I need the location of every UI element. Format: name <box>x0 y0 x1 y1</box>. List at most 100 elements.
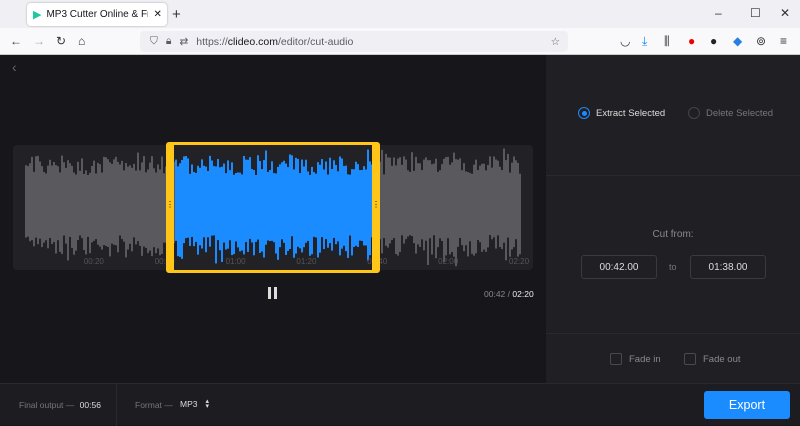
waveform-bar <box>77 161 79 241</box>
close-window-icon[interactable]: ✕ <box>780 6 790 20</box>
minimize-icon[interactable]: – <box>715 6 722 20</box>
waveform-bar <box>415 156 417 254</box>
waveform-bar <box>59 172 61 252</box>
waveform-bar <box>29 163 31 242</box>
waveform-bar <box>67 160 69 261</box>
opera-extension-icon[interactable]: ● <box>688 34 695 48</box>
waveform-bar <box>129 165 131 244</box>
address-bar[interactable]: ⛉ 🔒︎ ⇄ https://clideo.com/editor/cut-aud… <box>140 31 568 52</box>
shield-icon[interactable]: ⛉ <box>150 35 158 48</box>
extension-k-icon[interactable]: ● <box>710 34 717 48</box>
waveform-bar <box>163 173 165 243</box>
waveform-bar <box>443 158 445 262</box>
waveform-bar <box>137 152 139 242</box>
waveform-bar <box>113 159 115 245</box>
waveform-bar <box>463 163 465 252</box>
radio-unchecked-icon <box>688 107 700 119</box>
selection-range[interactable] <box>166 142 380 273</box>
waveform-bar <box>111 163 113 244</box>
waveform-bar <box>81 158 83 239</box>
back-arrow-icon[interactable]: ‹ <box>12 59 17 75</box>
menu-icon[interactable]: ≡ <box>780 34 787 48</box>
permissions-icon[interactable]: ⇄ <box>179 36 188 48</box>
waveform-bar <box>409 171 411 236</box>
fade-in-checkbox[interactable]: Fade in <box>610 353 661 365</box>
download-icon[interactable]: ⤓ <box>642 34 647 49</box>
waveform-bar <box>515 160 517 240</box>
pause-button[interactable] <box>268 287 277 299</box>
final-output-value: 00:56 <box>79 400 101 410</box>
waveform-bar <box>395 165 397 255</box>
waveform-bar <box>499 166 501 248</box>
waveform-bar <box>117 161 119 253</box>
radio-extract-selected[interactable]: Extract Selected <box>578 107 665 119</box>
waveform-bar <box>71 165 73 248</box>
waveform-bar <box>399 157 401 252</box>
waveform-bar <box>513 156 515 248</box>
waveform-bar <box>135 170 137 245</box>
bookmark-star-icon[interactable]: ☆ <box>551 36 560 48</box>
url-text[interactable]: https://clideo.com/editor/cut-audio <box>196 36 353 48</box>
waveform-bar <box>75 174 77 251</box>
waveform-bar <box>49 159 51 238</box>
waveform-bar <box>41 166 43 248</box>
timeline-tick: 00:20 <box>83 257 104 266</box>
waveform-bar <box>89 172 91 254</box>
waveform-bar <box>467 172 469 257</box>
waveform-bar <box>517 162 519 257</box>
cut-from-label: Cut from: <box>652 229 694 240</box>
extension-link-icon[interactable]: ⊚ <box>756 34 766 48</box>
extension-diamond-icon[interactable]: ◆ <box>733 34 742 48</box>
format-select[interactable]: MP3 ▴ ▾ <box>180 398 209 410</box>
waveform-bar <box>495 159 497 249</box>
library-icon[interactable]: ⫼ <box>664 34 670 49</box>
back-icon[interactable]: ← <box>10 34 22 48</box>
new-tab-icon[interactable]: + <box>172 6 181 23</box>
waveform-bar <box>427 160 429 265</box>
waveform-bar <box>453 152 455 257</box>
waveform-bar <box>55 165 57 254</box>
end-time-input[interactable]: 01:38.00 <box>690 255 766 279</box>
waveform-bar <box>39 161 41 239</box>
nav-bar: ← → ↻ ⌂ ⛉ 🔒︎ ⇄ https://clideo.com/editor… <box>0 28 800 55</box>
waveform-bar <box>511 162 513 250</box>
waveform-bar <box>433 163 435 236</box>
waveform-bar <box>497 160 499 236</box>
waveform-bar <box>63 162 65 236</box>
maximize-icon[interactable]: ☐ <box>750 6 761 20</box>
waveform-bar <box>493 156 495 238</box>
waveform-bar <box>91 165 93 243</box>
pocket-icon[interactable]: ◡ <box>620 34 630 48</box>
waveform-bar <box>79 170 81 236</box>
waveform-bar <box>459 158 461 238</box>
right-handle[interactable]: ⋮ <box>372 200 380 212</box>
waveform-bar <box>451 162 453 253</box>
waveform-bar <box>93 160 95 241</box>
waveform-bar <box>139 170 141 246</box>
start-time-input[interactable]: 00:42.00 <box>581 255 657 279</box>
forward-icon[interactable]: → <box>33 34 45 48</box>
close-tab-icon[interactable]: ✕ <box>153 9 161 20</box>
waveform-bar <box>473 164 475 256</box>
left-handle[interactable]: ⋮ <box>166 200 174 212</box>
fade-out-checkbox[interactable]: Fade out <box>684 353 741 365</box>
export-button[interactable]: Export <box>704 391 790 419</box>
reload-icon[interactable]: ↻ <box>56 34 66 48</box>
waveform-bar <box>73 172 75 255</box>
time-display: 00:42 / 02:20 <box>484 289 534 299</box>
waveform-bar <box>27 166 29 237</box>
waveform-bar <box>507 153 509 238</box>
home-icon[interactable]: ⌂ <box>78 34 85 48</box>
waveform-bar <box>407 170 409 237</box>
total-time: 02:20 <box>512 289 534 299</box>
divider <box>116 384 117 426</box>
waveform-bar <box>469 172 471 242</box>
browser-tab[interactable]: ▶ MP3 Cutter Online & Free — Clideo ✕ <box>27 3 167 26</box>
waveform-bar <box>387 157 389 248</box>
radio-delete-selected[interactable]: Delete Selected <box>688 107 773 119</box>
waveform-bar <box>61 155 63 254</box>
waveform-bar <box>501 170 503 250</box>
waveform-bar <box>475 159 477 254</box>
waveform-bar <box>381 149 383 254</box>
lock-icon[interactable]: 🔒︎ <box>166 35 172 48</box>
